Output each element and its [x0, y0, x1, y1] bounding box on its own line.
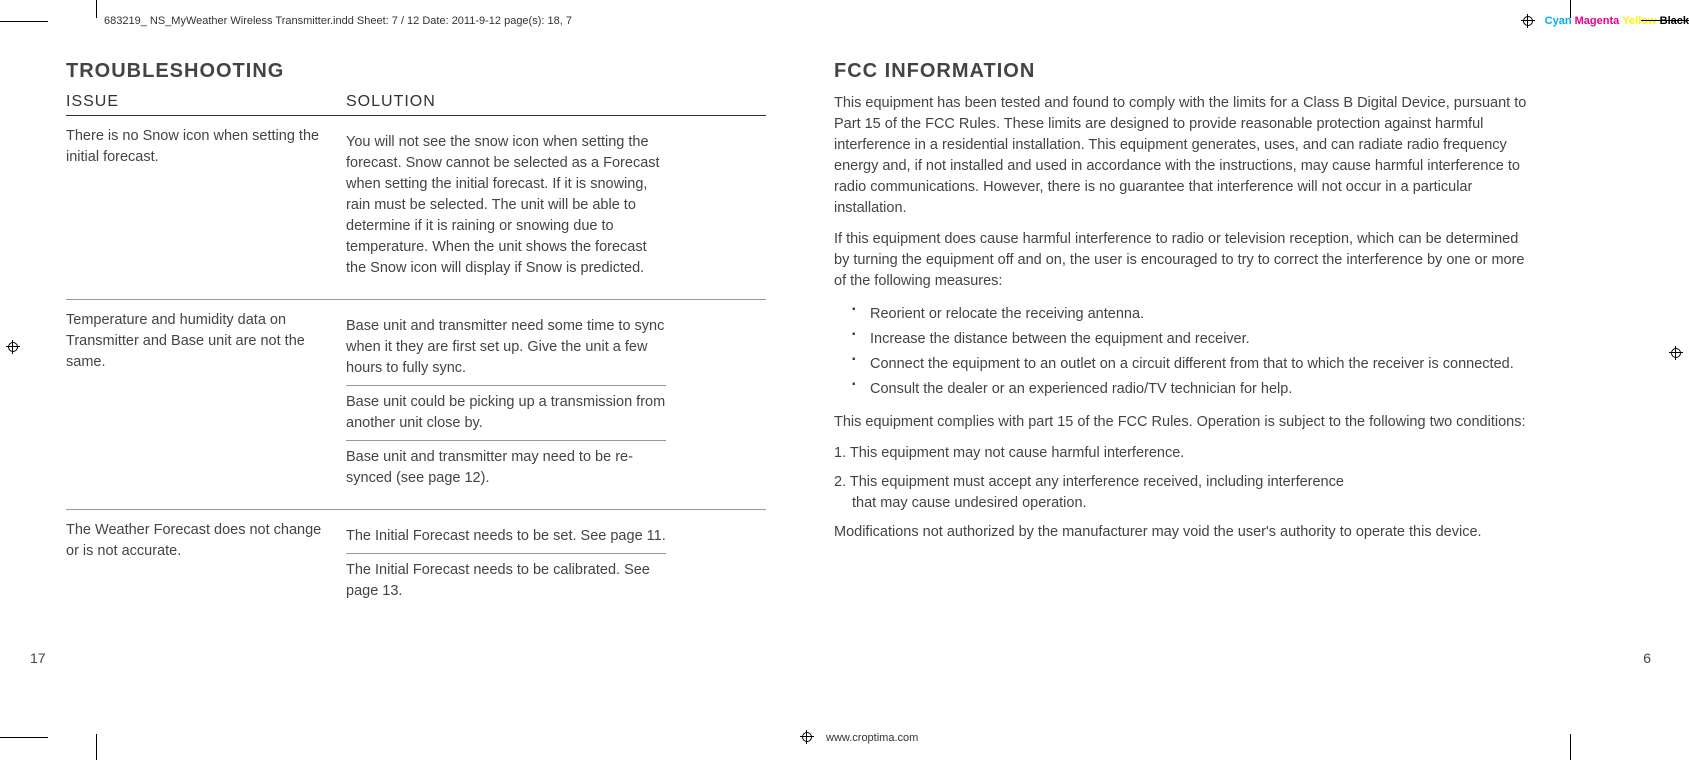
registration-mark-icon [1669, 346, 1683, 360]
numbered-line1: 2. This equipment must accept any interf… [834, 474, 1344, 490]
print-header: 683219_ NS_MyWeather Wireless Transmitte… [0, 14, 1689, 28]
fcc-heading: FCC INFORMATION [834, 60, 1534, 83]
solutions-cell: The Initial Forecast needs to be set. Se… [346, 520, 666, 608]
footer-url: www.croptima.com [826, 732, 918, 744]
left-page: TROUBLESHOOTING ISSUE SOLUTION There is … [66, 60, 766, 622]
page-number-left: 17 [30, 650, 46, 666]
fcc-para: Modifications not authorized by the manu… [834, 522, 1534, 543]
solution-text: You will not see the snow icon when sett… [346, 126, 666, 285]
solution-text: The Initial Forecast needs to be set. Se… [346, 520, 666, 553]
list-item: Increase the distance between the equipm… [852, 327, 1534, 352]
list-item: Connect the equipment to an outlet on a … [852, 352, 1534, 377]
table-row: Temperature and humidity data on Transmi… [66, 300, 766, 510]
right-page: FCC INFORMATION This equipment has been … [834, 60, 1534, 553]
registration-mark-icon [6, 340, 20, 354]
numbered-line2: that may cause undesired operation. [834, 493, 1534, 514]
list-item: Reorient or relocate the receiving anten… [852, 302, 1534, 327]
yellow-label: Yellow [1622, 15, 1656, 27]
issue-text: There is no Snow icon when setting the i… [66, 126, 346, 285]
list-item: Consult the dealer or an experienced rad… [852, 377, 1534, 402]
page-number-right: 6 [1643, 650, 1651, 666]
cyan-label: Cyan [1545, 15, 1572, 27]
fcc-bullet-list: Reorient or relocate the receiving anten… [852, 302, 1534, 402]
troubleshooting-heading: TROUBLESHOOTING [66, 60, 766, 83]
table-header: ISSUE SOLUTION [66, 93, 766, 116]
file-info: 683219_ NS_MyWeather Wireless Transmitte… [104, 15, 572, 27]
col-issue-header: ISSUE [66, 93, 346, 111]
solutions-cell: Base unit and transmitter need some time… [346, 310, 666, 495]
magenta-label: Magenta [1575, 15, 1620, 27]
registration-mark-icon [1521, 14, 1535, 28]
table-row: There is no Snow icon when setting the i… [66, 116, 766, 300]
black-label: Black [1660, 15, 1689, 27]
solution-text: Base unit could be picking up a transmis… [346, 385, 666, 440]
color-plate-names: Cyan Magenta Yellow Black [1545, 15, 1689, 27]
registration-mark-icon [800, 730, 814, 744]
col-solution-header: SOLUTION [346, 93, 436, 111]
issue-text: The Weather Forecast does not change or … [66, 520, 346, 608]
solution-text: The Initial Forecast needs to be calibra… [346, 553, 666, 608]
fcc-para: If this equipment does cause harmful int… [834, 229, 1534, 292]
issue-text: Temperature and humidity data on Transmi… [66, 310, 346, 495]
table-row: The Weather Forecast does not change or … [66, 510, 766, 622]
solution-text: Base unit and transmitter may need to be… [346, 440, 666, 495]
solutions-cell: You will not see the snow icon when sett… [346, 126, 666, 285]
numbered-item: 1. This equipment may not cause harmful … [834, 443, 1534, 464]
solution-text: Base unit and transmitter need some time… [346, 310, 666, 385]
fcc-para: This equipment has been tested and found… [834, 93, 1534, 219]
fcc-para: This equipment complies with part 15 of … [834, 412, 1534, 433]
numbered-item: 2. This equipment must accept any interf… [834, 472, 1534, 514]
